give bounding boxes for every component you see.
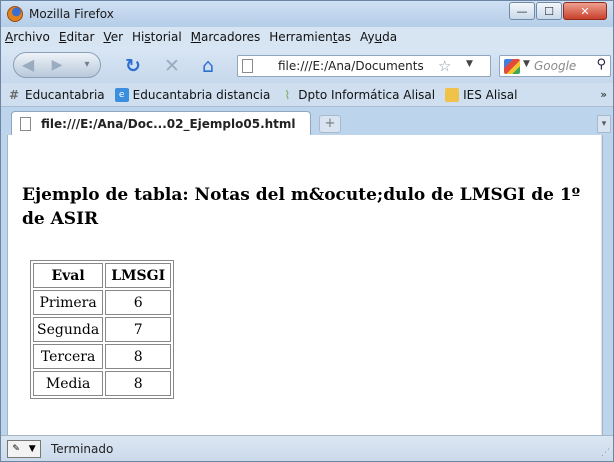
stop-icon[interactable]: ✕	[161, 55, 183, 77]
browser-window: Mozilla Firefox — ☐ ✕ Archivo Editar Ver…	[0, 0, 614, 462]
bookmark-dpto-informatica[interactable]: ⌇ Dpto Informática Alisal	[280, 88, 435, 102]
maximize-button[interactable]: ☐	[536, 2, 562, 20]
page-icon	[20, 117, 31, 131]
google-icon[interactable]	[504, 59, 520, 74]
menu-ver[interactable]: Ver	[103, 30, 123, 44]
dpto-informatica-icon: ⌇	[284, 87, 291, 102]
status-bar: ✎ ▼ Terminado ⋰	[1, 435, 613, 461]
educantabria-distancia-icon: e	[114, 87, 129, 102]
folder-icon	[445, 87, 460, 102]
table-cell-eval: Segunda	[33, 317, 104, 342]
search-input[interactable]: Google	[534, 59, 576, 73]
status-text: Terminado	[51, 441, 114, 456]
window-controls: — ☐ ✕	[508, 2, 607, 21]
navigation-toolbar: ◀ ▶ ▾ ↻ ✕ ⌂ file:///E:/Ana/Documents ☆ ▼…	[1, 47, 613, 83]
menu-historial[interactable]: Historial	[132, 30, 182, 44]
status-dropdown-icon: ▼	[28, 443, 36, 454]
educantabria-icon: #	[8, 87, 20, 102]
search-engine-dropdown-icon[interactable]: ▼	[523, 59, 530, 69]
url-text[interactable]: file:///E:/Ana/Documents	[278, 59, 424, 73]
menu-marcadores[interactable]: Marcadores	[191, 30, 261, 44]
menu-ayuda[interactable]: Ayuda	[360, 30, 397, 44]
forward-icon[interactable]: ▶	[46, 55, 68, 75]
bookmark-educantabria-distancia[interactable]: e Educantabria distancia	[114, 87, 271, 102]
title-bar: Mozilla Firefox — ☐ ✕	[1, 1, 613, 27]
column-header-lmsgi: LMSGI	[105, 263, 172, 288]
table-row: Media 8	[33, 371, 172, 396]
table-cell-grade: 6	[105, 290, 172, 315]
bookmark-label: Dpto Informática Alisal	[298, 87, 436, 102]
reload-icon[interactable]: ↻	[122, 55, 144, 77]
menu-herramientas[interactable]: Herramientas	[269, 30, 351, 44]
star-icon[interactable]: ☆	[438, 57, 451, 75]
menu-bar: Archivo Editar Ver Historial Marcadores …	[1, 27, 613, 47]
bookmark-label: Educantabria distancia	[132, 87, 271, 102]
tab-ejemplo05[interactable]: file:///E:/Ana/Doc...02_Ejemplo05.html	[11, 111, 311, 136]
grades-table: Eval LMSGI Primera 6 Segunda 7 Tercera 8	[30, 260, 175, 399]
back-forward-group: ◀ ▶ ▾	[13, 52, 101, 78]
bookmark-label: IES Alisal	[463, 87, 518, 102]
table-row: Tercera 8	[33, 344, 172, 369]
table-header-row: Eval LMSGI	[33, 263, 172, 288]
tab-label: file:///E:/Ana/Doc...02_Ejemplo05.html	[41, 117, 296, 131]
bookmarks-overflow-button[interactable]: »	[600, 88, 607, 101]
column-header-eval: Eval	[33, 263, 104, 288]
table-cell-eval: Media	[33, 371, 104, 396]
new-tab-button[interactable]: +	[319, 115, 341, 133]
menu-archivo[interactable]: Archivo	[5, 30, 50, 44]
tab-list-icon[interactable]: ▾	[597, 115, 611, 133]
resize-grip-icon[interactable]: ⋰	[601, 448, 610, 458]
status-tool-icon: ✎	[12, 443, 20, 454]
url-bar[interactable]: file:///E:/Ana/Documents ☆ ▼	[237, 55, 491, 77]
table-cell-grade: 7	[105, 317, 172, 342]
history-dropdown-icon[interactable]: ▾	[78, 56, 96, 74]
bookmark-label: Educantabria	[25, 87, 105, 102]
page-content: Ejemplo de tabla: Notas del m&ocute;dulo…	[7, 135, 603, 435]
table-cell-eval: Primera	[33, 290, 104, 315]
page-icon	[242, 59, 253, 73]
firefox-icon	[7, 6, 23, 22]
search-bar[interactable]: ▼ Google ⚲	[499, 55, 611, 77]
content-divider	[601, 135, 602, 435]
close-button[interactable]: ✕	[563, 2, 607, 20]
table-cell-grade: 8	[105, 344, 172, 369]
bookmarks-toolbar: # Educantabria e Educantabria distancia …	[1, 83, 613, 107]
table-cell-grade: 8	[105, 371, 172, 396]
table-cell-eval: Tercera	[33, 344, 104, 369]
page-heading: Ejemplo de tabla: Notas del m&ocute;dulo…	[22, 185, 581, 229]
status-addon-widget[interactable]: ✎ ▼	[7, 439, 41, 458]
menu-editar[interactable]: Editar	[59, 30, 95, 44]
window-title: Mozilla Firefox	[29, 7, 114, 21]
home-icon[interactable]: ⌂	[197, 55, 219, 77]
search-icon[interactable]: ⚲	[596, 57, 606, 72]
url-dropdown-icon[interactable]: ▼	[466, 59, 473, 69]
bookmark-ies-alisal[interactable]: IES Alisal	[445, 87, 518, 102]
bookmark-educantabria[interactable]: # Educantabria	[7, 88, 105, 102]
minimize-button[interactable]: —	[509, 2, 535, 20]
back-icon[interactable]: ◀	[16, 54, 40, 76]
table-row: Segunda 7	[33, 317, 172, 342]
table-row: Primera 6	[33, 290, 172, 315]
tab-strip: file:///E:/Ana/Doc...02_Ejemplo05.html +…	[1, 107, 613, 136]
